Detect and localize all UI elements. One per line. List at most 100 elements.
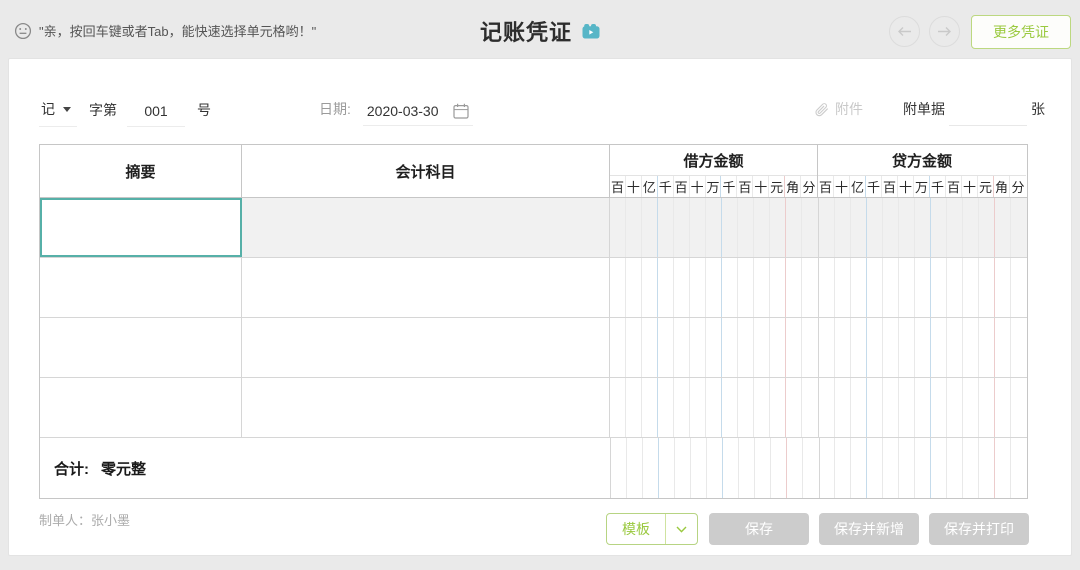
debit-column-header: 借方金额 百十亿千百十万千百十元角分	[610, 145, 818, 197]
digit-cell	[835, 198, 851, 257]
digit-cell	[754, 378, 770, 437]
chevron-down-icon[interactable]	[666, 514, 697, 544]
digit-cell	[802, 198, 818, 257]
digit-unit-header: 千	[930, 176, 946, 197]
digit-cell	[979, 258, 995, 317]
summary-cell[interactable]	[40, 258, 242, 317]
previous-voucher-button[interactable]	[889, 16, 920, 47]
template-split-button[interactable]: 模板	[606, 513, 698, 545]
date-value: 2020-03-30	[367, 103, 439, 119]
video-help-icon[interactable]	[582, 24, 600, 39]
digit-cell	[931, 258, 947, 317]
digit-cell	[995, 198, 1011, 257]
digit-cell	[947, 438, 963, 498]
account-cell[interactable]	[242, 318, 610, 377]
digit-cell	[674, 318, 690, 377]
digit-cell	[915, 318, 931, 377]
digit-cell	[802, 258, 818, 317]
page-title: 记账凭证	[480, 15, 572, 47]
more-vouchers-button[interactable]: 更多凭证	[971, 15, 1071, 49]
digit-cell	[610, 198, 626, 257]
digit-cell	[627, 438, 643, 498]
digit-unit-header: 千	[866, 176, 882, 197]
debit-amount-cell[interactable]	[610, 198, 819, 257]
digit-cell	[899, 198, 915, 257]
save-and-print-button[interactable]: 保存并打印	[929, 513, 1029, 545]
digit-cell	[963, 318, 979, 377]
digit-cell	[770, 378, 786, 437]
digit-cell	[979, 318, 995, 377]
digit-cell	[851, 318, 867, 377]
credit-amount-cell[interactable]	[819, 258, 1027, 317]
voucher-row-4	[40, 378, 1027, 438]
digit-cell	[786, 378, 802, 437]
digit-cell	[979, 378, 995, 437]
digit-cell	[706, 258, 722, 317]
account-cell[interactable]	[242, 198, 610, 257]
digit-cell	[883, 198, 899, 257]
digit-cell	[722, 258, 738, 317]
digit-cell	[899, 318, 915, 377]
credit-amount-cell[interactable]	[819, 378, 1027, 437]
digit-unit-header: 亿	[850, 176, 866, 197]
digit-cell	[995, 378, 1011, 437]
digit-unit-header: 百	[737, 176, 753, 197]
tip-text: "亲，按回车键或者Tab，能快速选择单元格哟！"	[39, 21, 316, 40]
digit-cell	[626, 378, 642, 437]
debit-amount-cell[interactable]	[610, 378, 819, 437]
digit-cell	[1011, 198, 1027, 257]
attachment-group: 附件 附单据 张	[814, 99, 1045, 126]
digit-cell	[963, 438, 979, 498]
debit-amount-cell[interactable]	[610, 258, 819, 317]
total-cell: 合计: 零元整	[40, 438, 611, 498]
credit-digit-headers: 百十亿千百十万千百十元角分	[818, 176, 1026, 197]
digit-cell	[979, 198, 995, 257]
date-field[interactable]: 2020-03-30	[363, 103, 473, 126]
summary-cell-selected[interactable]	[40, 198, 242, 257]
credit-amount-cell[interactable]	[819, 318, 1027, 377]
attached-docs-input[interactable]	[949, 104, 1027, 126]
digit-cell	[899, 258, 915, 317]
digit-cell	[899, 378, 915, 437]
digit-cell	[851, 258, 867, 317]
summary-column-header: 摘要	[40, 145, 242, 197]
preparer-info: 制单人： 张小墨	[39, 510, 130, 529]
voucher-date-group: 日期: 2020-03-30	[319, 99, 473, 126]
digit-cell	[802, 318, 818, 377]
digit-cell	[675, 438, 691, 498]
digit-cell	[1011, 318, 1027, 377]
summary-cell[interactable]	[40, 318, 242, 377]
digit-cell	[626, 258, 642, 317]
digit-unit-header: 元	[978, 176, 994, 197]
digit-cell	[835, 258, 851, 317]
top-bar: "亲，按回车键或者Tab，能快速选择单元格哟！" 记账凭证	[0, 0, 1080, 58]
debit-amount-cell[interactable]	[610, 318, 819, 377]
preparer-label: 制单人：	[39, 510, 91, 529]
voucher-number-suffix-label: 号	[197, 100, 211, 127]
credit-amount-cell[interactable]	[819, 198, 1027, 257]
template-button-label[interactable]: 模板	[607, 514, 665, 544]
attachment-link[interactable]: 附件	[814, 99, 863, 126]
account-cell[interactable]	[242, 258, 610, 317]
account-cell[interactable]	[242, 378, 610, 437]
save-and-new-button[interactable]: 保存并新增	[819, 513, 919, 545]
digit-cell	[947, 258, 963, 317]
digit-cell	[674, 258, 690, 317]
digit-cell	[963, 258, 979, 317]
digit-cell	[786, 258, 802, 317]
digit-cell	[658, 318, 674, 377]
voucher-number-input[interactable]	[127, 103, 185, 127]
digit-cell	[963, 198, 979, 257]
save-button[interactable]: 保存	[709, 513, 809, 545]
digit-cell	[1011, 438, 1027, 498]
next-voucher-button[interactable]	[929, 16, 960, 47]
digit-cell	[659, 438, 675, 498]
voucher-word-select[interactable]: 记	[39, 99, 77, 127]
voucher-word-value: 记	[41, 99, 55, 119]
digit-cell	[787, 438, 803, 498]
digit-unit-header: 十	[962, 176, 978, 197]
summary-cell[interactable]	[40, 378, 242, 437]
digit-cell	[915, 258, 931, 317]
digit-cell	[947, 318, 963, 377]
digit-cell	[770, 258, 786, 317]
